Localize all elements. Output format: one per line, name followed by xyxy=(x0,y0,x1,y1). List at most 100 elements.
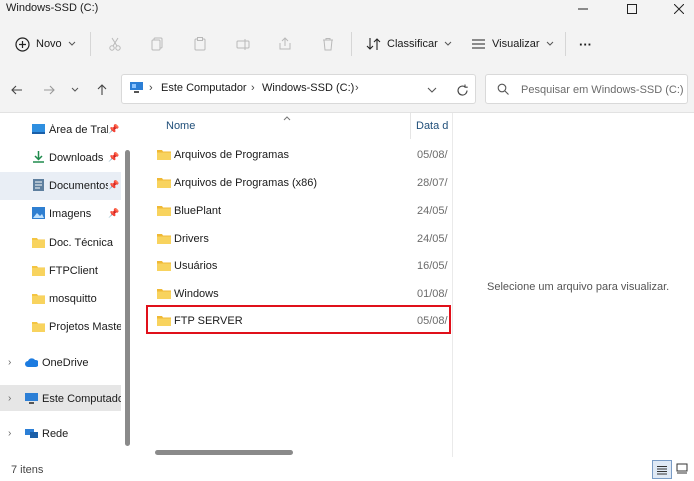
pin-icon: 📌 xyxy=(108,152,120,162)
table-row[interactable]: BluePlant 24/05/ xyxy=(150,199,450,225)
sidebar-item-label: Rede xyxy=(42,428,69,440)
sidebar-item-label: Imagens xyxy=(49,208,92,220)
sidebar-item-label: Este Computado xyxy=(42,393,121,405)
chevron-down-icon xyxy=(71,87,79,92)
sidebar-item-area-de-trabalho[interactable]: Área de Trab 📌 xyxy=(0,116,121,144)
sidebar-item-ftpclient[interactable]: FTPClient xyxy=(0,257,121,285)
view-button[interactable]: Visualizar xyxy=(471,30,554,58)
file-date: 24/05/ xyxy=(417,205,448,217)
network-icon xyxy=(25,429,38,438)
sidebar-item-label: mosquitto xyxy=(49,293,97,305)
copy-icon[interactable] xyxy=(148,34,168,54)
details-view-icon xyxy=(657,465,667,474)
table-row[interactable]: Drivers 24/05/ xyxy=(150,227,450,253)
window-title: Windows-SSD (C:) xyxy=(6,2,99,14)
cloud-icon xyxy=(25,358,38,367)
table-row[interactable]: Arquivos de Programas 05/08/ xyxy=(150,143,450,169)
sort-button[interactable]: Classificar xyxy=(366,30,452,58)
arrow-left-icon xyxy=(11,85,22,95)
toolbar-divider xyxy=(565,32,566,56)
maximize-icon xyxy=(627,4,637,14)
paste-icon[interactable] xyxy=(190,34,210,54)
file-date: 28/07/ xyxy=(417,177,448,189)
chevron-right-icon[interactable]: › xyxy=(8,393,11,404)
chevron-right-icon[interactable]: › xyxy=(8,357,11,368)
minimize-icon xyxy=(578,8,588,10)
sidebar-item-este-computador[interactable]: › Este Computado xyxy=(0,385,121,413)
preview-message: Selecione um arquivo para visualizar. xyxy=(487,281,670,293)
refresh-button[interactable] xyxy=(454,82,470,98)
details-view-button[interactable] xyxy=(652,460,672,479)
view-button-label: Visualizar xyxy=(492,38,540,50)
breadcrumb-separator: › xyxy=(149,82,153,94)
plus-circle-icon xyxy=(15,36,30,52)
sidebar-item-downloads[interactable]: Downloads 📌 xyxy=(0,144,121,172)
column-divider[interactable] xyxy=(410,113,411,139)
rename-icon[interactable] xyxy=(233,34,253,54)
folder-icon xyxy=(32,238,45,248)
horizontal-scrollbar[interactable] xyxy=(155,450,293,455)
folder-icon xyxy=(157,178,171,188)
sidebar-item-label: Área de Trab xyxy=(49,124,108,136)
large-icons-view-button[interactable] xyxy=(673,460,691,477)
document-icon xyxy=(33,179,44,191)
new-button[interactable]: Novo xyxy=(15,30,76,58)
file-name: Drivers xyxy=(174,233,209,245)
toolbar-divider xyxy=(90,32,91,56)
folder-icon xyxy=(157,261,171,271)
more-options-icon: ··· xyxy=(579,36,592,52)
new-button-label: Novo xyxy=(36,38,62,50)
sidebar-item-label: OneDrive xyxy=(42,357,89,369)
sidebar-scrollbar[interactable] xyxy=(125,150,130,446)
image-icon xyxy=(32,207,45,219)
refresh-icon xyxy=(456,84,468,96)
folder-icon xyxy=(32,266,45,276)
pin-icon: 📌 xyxy=(108,180,120,190)
folder-icon xyxy=(157,289,171,299)
more-options-button[interactable]: ··· xyxy=(579,30,592,58)
sidebar-item-onedrive[interactable]: › OneDrive xyxy=(0,349,121,377)
breadcrumb-separator: › xyxy=(251,82,255,94)
sidebar-item-rede[interactable]: › Rede xyxy=(0,420,121,448)
sidebar-item-doc-tecnica[interactable]: Doc. Técnica xyxy=(0,229,121,257)
sidebar-item-mosquitto[interactable]: mosquitto xyxy=(0,285,121,313)
sidebar-item-documentos[interactable]: Documentos 📌 xyxy=(0,172,121,200)
recent-locations-button[interactable] xyxy=(67,82,83,98)
folder-icon xyxy=(32,294,45,304)
arrow-up-icon xyxy=(97,84,107,95)
column-header-date[interactable]: Data d xyxy=(416,120,448,132)
sort-icon xyxy=(366,38,381,50)
maximize-button[interactable] xyxy=(617,0,647,18)
chevron-down-icon xyxy=(427,87,437,93)
back-button[interactable] xyxy=(9,82,25,98)
table-row[interactable]: Usuários 16/05/ xyxy=(150,254,450,280)
file-name: Usuários xyxy=(174,260,218,272)
forward-button[interactable] xyxy=(41,82,57,98)
file-date: 01/08/ xyxy=(417,288,448,300)
minimize-button[interactable] xyxy=(568,0,598,18)
table-row[interactable]: Arquivos de Programas (x86) 28/07/ xyxy=(150,171,450,197)
search-placeholder: Pesquisar em Windows-SSD (C:) xyxy=(521,84,684,96)
breadcrumb-este-computador[interactable]: Este Computador xyxy=(161,82,247,94)
folder-icon xyxy=(157,150,171,160)
sidebar-item-label: Downloads xyxy=(49,152,104,164)
breadcrumb-windows-ssd[interactable]: Windows-SSD (C:) xyxy=(262,82,354,94)
item-count: 7 itens xyxy=(11,464,44,476)
sidebar-item-projetos-master[interactable]: Projetos Master xyxy=(0,313,121,341)
column-header-name[interactable]: Nome xyxy=(166,120,195,132)
sidebar-item-imagens[interactable]: Imagens 📌 xyxy=(0,200,121,228)
chevron-right-icon[interactable]: › xyxy=(8,428,11,439)
close-button[interactable] xyxy=(664,0,694,18)
chevron-down-icon xyxy=(444,41,452,46)
share-icon[interactable] xyxy=(275,34,295,54)
search-icon xyxy=(497,83,509,98)
file-name: BluePlant xyxy=(174,205,222,217)
computer-icon xyxy=(129,81,144,97)
delete-icon[interactable] xyxy=(318,34,338,54)
up-button[interactable] xyxy=(94,82,110,98)
address-history-button[interactable] xyxy=(424,82,440,98)
arrow-right-icon xyxy=(44,85,55,95)
cut-icon[interactable] xyxy=(105,34,125,54)
sidebar-item-label: FTPClient xyxy=(49,265,98,277)
file-date: 24/05/ xyxy=(417,233,448,245)
